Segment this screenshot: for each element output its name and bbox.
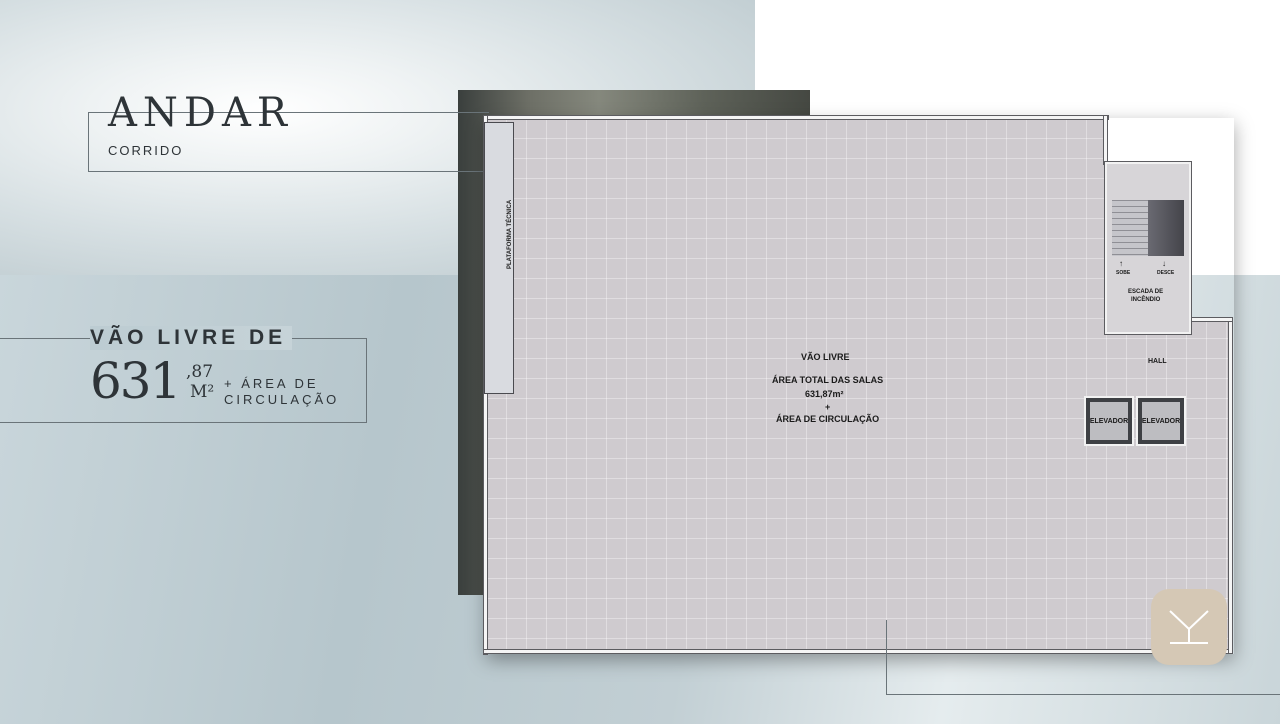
area-decimal: ,87	[186, 362, 214, 382]
elevator-2-label: ELEVADOR	[1142, 402, 1180, 440]
area-label: VÃO LIVRE DE	[90, 326, 293, 350]
plan-area-label: ÁREA TOTAL DAS SALAS	[772, 375, 884, 385]
hall-label: HALL	[1148, 358, 1167, 365]
plan-main-title: VÃO LIVRE	[801, 352, 850, 362]
elevator-1-label: ELEVADOR	[1090, 402, 1128, 440]
floor-plan-main-area	[486, 118, 1106, 328]
floor-plan-lower-area	[486, 318, 1230, 652]
down-arrow-icon: ↓	[1162, 259, 1166, 268]
area-extra-line2: CIRCULAÇÃO	[224, 392, 340, 407]
area-number: 631	[90, 352, 181, 410]
plan-plus: +	[825, 402, 831, 412]
fire-stair-label-1: ESCADA DE	[1128, 289, 1164, 295]
area-unit: M²	[190, 382, 215, 402]
area-extra-line1: + ÁREA DE	[224, 376, 319, 391]
stairs-shadow	[1148, 200, 1184, 256]
brand-logo-icon[interactable]	[1151, 589, 1227, 665]
plan-circulation: ÁREA DE CIRCULAÇÃO	[776, 414, 880, 424]
stair-up-label: SOBE	[1116, 270, 1131, 276]
page-subtitle: CORRIDO	[108, 143, 184, 158]
wall-stair-top	[1104, 116, 1107, 164]
technical-platform-label: PLATAFORMA TÉCNICA	[507, 199, 513, 269]
wall-top	[484, 116, 1108, 119]
fire-stair-label-2: INCÊNDIO	[1131, 297, 1161, 303]
up-arrow-icon: ↑	[1119, 259, 1123, 268]
stair-down-label: DESCE	[1157, 270, 1175, 276]
wall-right	[1229, 318, 1232, 653]
plan-area-value: 631,87m²	[805, 389, 844, 399]
elevator-2: ELEVADOR	[1136, 396, 1186, 446]
elevator-1: ELEVADOR	[1084, 396, 1134, 446]
page-title: ANDAR	[108, 90, 293, 136]
